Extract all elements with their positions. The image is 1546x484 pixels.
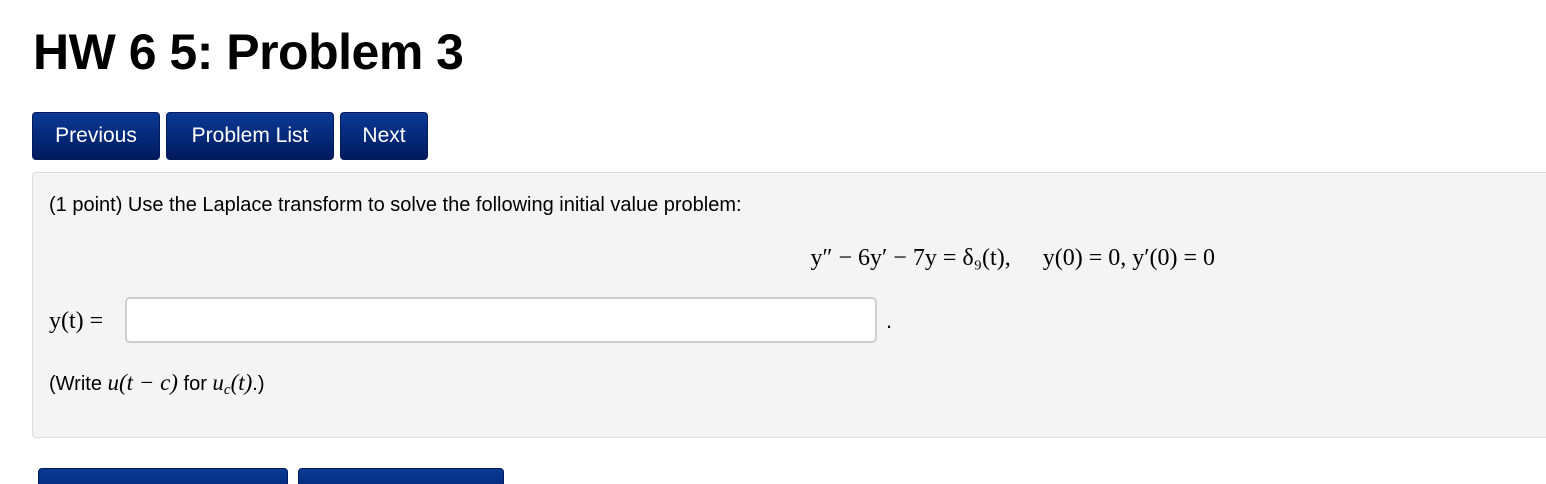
previous-button[interactable]: Previous — [32, 112, 160, 160]
next-button[interactable]: Next — [340, 112, 428, 160]
hint-expression: u(t − c) — [107, 370, 178, 395]
answer-label: y(t) = — [49, 308, 104, 334]
hint-subscript: c — [223, 382, 231, 398]
hint-text: (Write u(t − c) for uc(t).) — [49, 368, 265, 405]
problem-panel: (1 point) Use the Laplace transform to s… — [32, 172, 1546, 438]
problem-list-button[interactable]: Problem List — [166, 112, 334, 160]
hint-argument: (t) — [230, 370, 253, 395]
equation-expression: y″ − 6y′ − 7y = δ₉(t), — [810, 245, 1011, 271]
differential-equation: y″ − 6y′ − 7y = δ₉(t), y(0) = 0, y′(0) = … — [33, 243, 1533, 273]
hint-function: u — [212, 370, 224, 395]
answer-input[interactable] — [125, 297, 877, 343]
answer-period: . — [886, 308, 893, 333]
hint-prefix: (Write — [49, 373, 108, 395]
initial-conditions: y(0) = 0, y′(0) = 0 — [1042, 245, 1215, 271]
problem-statement: (1 point) Use the Laplace transform to s… — [49, 194, 742, 216]
bottom-button-left[interactable] — [38, 468, 288, 484]
bottom-button-right[interactable] — [298, 468, 504, 484]
page-title: HW 6 5: Problem 3 — [33, 24, 464, 80]
homework-page: HW 6 5: Problem 3 Previous Problem List … — [0, 0, 1546, 484]
hint-middle: for — [177, 373, 213, 395]
hint-suffix: .) — [252, 373, 265, 395]
